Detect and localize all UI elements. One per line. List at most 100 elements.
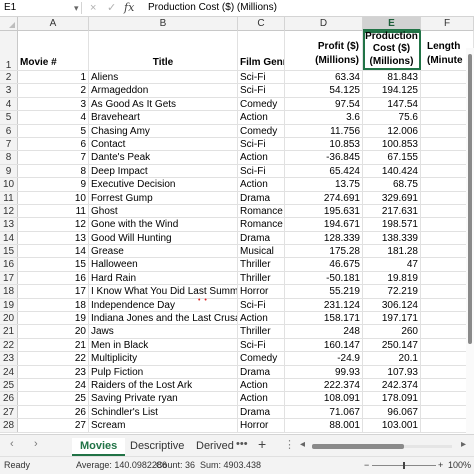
row-number[interactable]: 9 — [0, 164, 18, 178]
row-number[interactable]: 27 — [0, 405, 18, 419]
cell-profit[interactable]: 222.374 — [285, 378, 363, 392]
column-header-c[interactable]: C — [238, 17, 285, 31]
cell-d1[interactable]: Profit ($) (Millions) — [285, 31, 363, 70]
cell-profit[interactable]: 3.6 — [285, 111, 363, 124]
cell-profit[interactable]: 160.147 — [285, 338, 363, 352]
cell-cost[interactable]: 140.424 — [363, 164, 421, 178]
cell-cost[interactable]: 329.691 — [363, 191, 421, 204]
cell-genre[interactable]: Romance — [238, 204, 285, 218]
cell-profit[interactable]: 11.756 — [285, 124, 363, 137]
cell-genre[interactable]: Action — [238, 151, 285, 164]
tab-movies[interactable]: Movies — [72, 438, 126, 456]
row-number[interactable]: 24 — [0, 365, 18, 378]
cell-title[interactable]: Braveheart — [89, 111, 238, 124]
cell-profit[interactable]: -24.9 — [285, 352, 363, 365]
cell-title[interactable]: Raiders of the Lost Ark — [89, 378, 238, 392]
cell-movie-num[interactable]: 12 — [18, 218, 89, 231]
cell-genre[interactable]: Drama — [238, 405, 285, 419]
zoom-level[interactable]: 100% — [448, 457, 471, 474]
tab-descriptive[interactable]: Descriptive — [122, 438, 192, 456]
name-box-dropdown-icon[interactable]: ▾ — [74, 1, 80, 15]
cell-profit[interactable]: 88.001 — [285, 419, 363, 432]
row-number[interactable]: 19 — [0, 298, 18, 312]
cell-title[interactable]: Independence Day — [89, 298, 238, 312]
cell-cost[interactable]: 198.571 — [363, 218, 421, 231]
cell-movie-num[interactable]: 5 — [18, 124, 89, 137]
cell-cost[interactable]: 250.147 — [363, 338, 421, 352]
cell-cost[interactable]: 181.28 — [363, 245, 421, 258]
cell-profit[interactable]: 63.34 — [285, 71, 363, 84]
cell-cost[interactable]: 217.631 — [363, 204, 421, 218]
cell-movie-num[interactable]: 16 — [18, 271, 89, 285]
cell-cost[interactable]: 19.819 — [363, 271, 421, 285]
cell-cost[interactable]: 147.54 — [363, 97, 421, 111]
cell-title[interactable]: Saving Private ryan — [89, 392, 238, 405]
row-number[interactable]: 22 — [0, 338, 18, 352]
cell-title[interactable]: Armageddon — [89, 84, 238, 97]
cell-profit[interactable]: 108.091 — [285, 392, 363, 405]
cell-genre[interactable]: Musical — [238, 245, 285, 258]
cell-genre[interactable]: Sci-Fi — [238, 164, 285, 178]
next-sheet-icon[interactable]: › — [34, 438, 38, 450]
cell-genre[interactable]: Action — [238, 312, 285, 325]
cell-title[interactable]: Scream — [89, 419, 238, 432]
cancel-icon[interactable]: × — [90, 1, 96, 15]
cell-movie-num[interactable]: 27 — [18, 419, 89, 432]
cell-title[interactable]: Good Will Hunting — [89, 231, 238, 245]
column-header-e[interactable]: E — [363, 17, 421, 31]
row-number[interactable]: 14 — [0, 231, 18, 245]
cell-cost[interactable]: 306.124 — [363, 298, 421, 312]
vertical-scroll-thumb[interactable] — [468, 54, 472, 344]
cell-cost[interactable]: 100.853 — [363, 137, 421, 151]
cell-movie-num[interactable]: 3 — [18, 97, 89, 111]
cell-cost[interactable]: 138.339 — [363, 231, 421, 245]
vertical-scrollbar[interactable] — [466, 48, 474, 434]
cell-genre[interactable]: Sci-Fi — [238, 71, 285, 84]
cell-title[interactable]: Schindler's List — [89, 405, 238, 419]
cell-title[interactable]: Jaws — [89, 325, 238, 338]
cell-profit[interactable]: -50.181 — [285, 271, 363, 285]
scroll-right-icon[interactable]: ▸ — [461, 439, 466, 450]
cell-profit[interactable]: 46.675 — [285, 258, 363, 271]
cell-cost[interactable]: 197.171 — [363, 312, 421, 325]
cell-movie-num[interactable]: 14 — [18, 245, 89, 258]
cell-movie-num[interactable]: 10 — [18, 191, 89, 204]
cell-cost[interactable]: 72.219 — [363, 285, 421, 298]
cell-title[interactable]: Halloween — [89, 258, 238, 271]
select-all-corner[interactable] — [0, 17, 18, 31]
cell-title[interactable]: Gone with the Wind — [89, 218, 238, 231]
row-number[interactable]: 7 — [0, 137, 18, 151]
cell-genre[interactable]: Thriller — [238, 325, 285, 338]
row-number[interactable]: 16 — [0, 258, 18, 271]
cell-genre[interactable]: Thriller — [238, 258, 285, 271]
cell-profit[interactable]: 175.28 — [285, 245, 363, 258]
row-number[interactable]: 28 — [0, 419, 18, 432]
row-number[interactable]: 15 — [0, 245, 18, 258]
cell-profit[interactable]: 128.339 — [285, 231, 363, 245]
cell-profit[interactable]: 65.424 — [285, 164, 363, 178]
cell-movie-num[interactable]: 13 — [18, 231, 89, 245]
row-number[interactable]: 3 — [0, 84, 18, 97]
cell-title[interactable]: Deep Impact — [89, 164, 238, 178]
row-number[interactable]: 6 — [0, 124, 18, 137]
row-number[interactable]: 12 — [0, 204, 18, 218]
zoom-slider-knob[interactable] — [403, 462, 405, 469]
cell-genre[interactable]: Action — [238, 178, 285, 191]
cell-movie-num[interactable]: 25 — [18, 392, 89, 405]
cell-movie-num[interactable]: 8 — [18, 164, 89, 178]
horizontal-scrollbar[interactable]: ◂ ▸ — [300, 439, 470, 451]
cell-cost[interactable]: 178.091 — [363, 392, 421, 405]
row-number[interactable]: 20 — [0, 312, 18, 325]
cell-cost[interactable]: 96.067 — [363, 405, 421, 419]
prev-sheet-icon[interactable]: ‹ — [10, 438, 14, 450]
cell-e1-selected[interactable]: Production Cost ($) (Millions) — [363, 31, 421, 70]
cell-genre[interactable]: Sci-Fi — [238, 84, 285, 97]
cell-genre[interactable]: Sci-Fi — [238, 298, 285, 312]
row-number[interactable]: 1 — [0, 31, 18, 71]
cell-title[interactable]: Pulp Fiction — [89, 365, 238, 378]
cell-movie-num[interactable]: 22 — [18, 352, 89, 365]
cell-cost[interactable]: 242.374 — [363, 378, 421, 392]
cell-title[interactable]: Grease — [89, 245, 238, 258]
cell-profit[interactable]: 71.067 — [285, 405, 363, 419]
cell-profit[interactable]: 248 — [285, 325, 363, 338]
